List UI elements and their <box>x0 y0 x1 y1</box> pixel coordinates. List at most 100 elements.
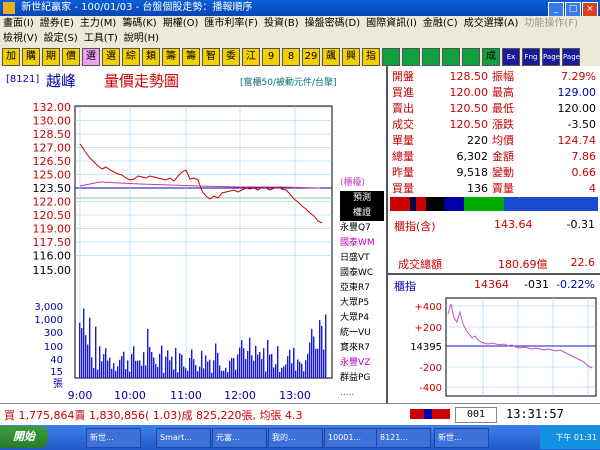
toolbar-button[interactable]: 期 <box>42 48 60 66</box>
volume-bar <box>167 350 169 378</box>
legend-item[interactable]: 大眾P5 <box>340 296 384 311</box>
legend-item[interactable]: 權證 <box>340 206 384 221</box>
taskbar-task[interactable]: 8121... <box>376 428 431 448</box>
volume-bar <box>217 352 219 378</box>
menu-item[interactable]: 期權(O) <box>160 18 202 29</box>
volume-bar <box>269 354 271 378</box>
volume-bar <box>237 354 239 378</box>
taskbar-task[interactable]: Smart... <box>156 428 211 448</box>
taskbar-task[interactable]: 10001... <box>324 428 379 448</box>
toolbar-button[interactable] <box>382 48 400 66</box>
menu-item[interactable]: 國際資訊(I) <box>363 18 420 29</box>
volume-bar <box>273 367 275 378</box>
toolbar-button[interactable]: Fng <box>522 48 540 66</box>
volume-bar <box>249 337 251 378</box>
volume-bar <box>119 359 121 378</box>
quote-row: 買量 136 賣量 4 <box>390 181 600 197</box>
minimize-icon[interactable]: _ <box>548 2 564 17</box>
toolbar-button[interactable]: 委 <box>222 48 240 66</box>
taskbar-task[interactable]: 我的... <box>268 428 323 448</box>
toolbar-button[interactable]: 飆 <box>322 48 340 66</box>
legend-item[interactable]: 寶來R7 <box>340 341 384 356</box>
toolbar-button[interactable]: 購 <box>22 48 40 66</box>
legend-item[interactable]: 國泰WC <box>340 266 384 281</box>
volume-bar <box>219 365 221 378</box>
legend-item[interactable]: 永豐VZ <box>340 356 384 371</box>
turnover-label: 成交總額 <box>398 258 442 271</box>
legend-item[interactable]: 群益PG <box>340 371 384 386</box>
menu-item[interactable]: 設定(S) <box>41 33 81 44</box>
toolbar-button[interactable]: Page <box>562 48 580 66</box>
quote-value: 4 <box>589 182 596 195</box>
taskbar-task[interactable]: 元富... <box>212 428 267 448</box>
legend-item[interactable]: ..... <box>340 386 384 401</box>
close-icon[interactable]: × <box>582 2 598 17</box>
code-input[interactable]: 001 <box>455 407 497 423</box>
quote-label: 成交 <box>392 118 414 131</box>
menu-item[interactable]: 籌碼(K) <box>119 18 159 29</box>
menu-item[interactable]: 操盤密碼(D) <box>302 18 364 29</box>
menu-item[interactable]: 工具(T) <box>81 33 121 44</box>
volume-bar <box>179 353 181 378</box>
volume-bar <box>259 351 261 378</box>
maximize-icon[interactable]: □ <box>565 2 581 17</box>
menu-item[interactable]: 功能操作(F) <box>521 18 581 29</box>
volume-bar <box>165 356 167 378</box>
quote-value: 128.50 <box>449 70 489 83</box>
quote-label: 買量 <box>392 182 414 195</box>
volume-bar <box>171 356 173 378</box>
toolbar-button[interactable]: 8 <box>282 48 300 66</box>
legend-item[interactable]: 統一VU <box>340 326 384 341</box>
volume-bar <box>325 314 327 378</box>
menu-item[interactable]: 說明(H) <box>121 33 162 44</box>
volume-bar <box>211 372 213 378</box>
volume-bar <box>101 361 103 378</box>
menu-item[interactable]: 畫面(I) <box>0 18 37 29</box>
quote-value: 120.50 <box>449 102 489 115</box>
toolbar-button[interactable] <box>422 48 440 66</box>
legend-item[interactable]: 國泰WM <box>340 236 384 251</box>
legend-item[interactable]: 大眾P4 <box>340 311 384 326</box>
toolbar-button[interactable]: 選 <box>82 48 100 66</box>
menu-item[interactable]: 成交選擇(A) <box>461 18 522 29</box>
quote-label: 單量 <box>392 134 414 147</box>
toolbar-button[interactable]: Page <box>542 48 560 66</box>
toolbar-button[interactable]: 江 <box>242 48 260 66</box>
toolbar-button[interactable]: 加 <box>2 48 20 66</box>
toolbar-button[interactable]: 29 <box>302 48 320 66</box>
legend-item[interactable]: 日盛VT <box>340 251 384 266</box>
menu-item[interactable]: 主力(M) <box>77 18 119 29</box>
toolbar-button[interactable]: 類 <box>142 48 160 66</box>
toolbar-button[interactable]: 興 <box>342 48 360 66</box>
window-titlebar: 新世紀贏家 - 100/01/03 - 台盤個股走勢：播報順序 _ □ × <box>0 0 600 17</box>
price-tick-label: 115.00 <box>33 264 72 277</box>
toolbar-button[interactable] <box>462 48 480 66</box>
legend-item[interactable]: 永豐Q7 <box>340 221 384 236</box>
toolbar-button[interactable]: 9 <box>262 48 280 66</box>
toolbar-button[interactable]: 智 <box>202 48 220 66</box>
otc-index-change: -0.31 <box>566 218 595 231</box>
toolbar-button[interactable]: 指 <box>362 48 380 66</box>
otc-index-value: 143.64 <box>494 218 533 231</box>
quote-value: 120.00 <box>557 102 597 115</box>
taskbar-task[interactable]: 新世... <box>434 428 489 448</box>
toolbar-button[interactable]: 成 <box>482 48 500 66</box>
taskbar-task[interactable]: 新世... <box>86 428 141 448</box>
toolbar-button[interactable] <box>442 48 460 66</box>
toolbar-button[interactable]: Ex <box>502 48 520 66</box>
menu-item[interactable]: 金融(C) <box>420 18 461 29</box>
menu-item[interactable]: 投資(B) <box>261 18 302 29</box>
toolbar-button[interactable]: 價 <box>62 48 80 66</box>
toolbar-button[interactable]: 籌 <box>182 48 200 66</box>
toolbar-button[interactable]: 籌 <box>162 48 180 66</box>
menu-item[interactable]: 證券(E) <box>37 18 77 29</box>
volume-bar <box>97 369 99 378</box>
start-button[interactable]: 開始 <box>0 426 48 448</box>
toolbar-button[interactable]: 綜 <box>122 48 140 66</box>
legend-item[interactable]: 亞東R7 <box>340 281 384 296</box>
toolbar-button[interactable]: 選 <box>102 48 120 66</box>
menu-item[interactable]: 匯市利率(F) <box>201 18 261 29</box>
toolbar-button[interactable] <box>402 48 420 66</box>
legend-item[interactable]: 預測 <box>340 191 384 206</box>
menu-item[interactable]: 檢視(V) <box>0 33 41 44</box>
